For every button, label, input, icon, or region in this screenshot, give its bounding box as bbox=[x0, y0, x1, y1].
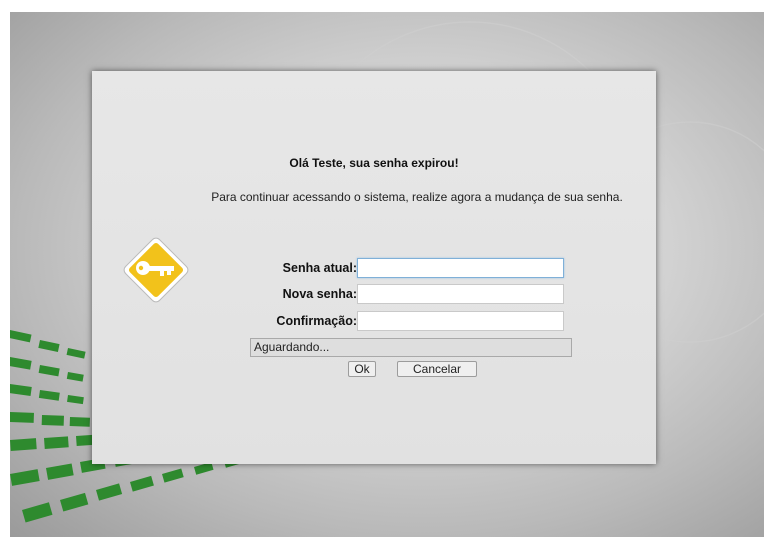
confirm-password-label: Confirmação: bbox=[276, 314, 357, 328]
new-password-label: Nova senha: bbox=[282, 287, 357, 301]
key-icon bbox=[123, 237, 189, 303]
confirm-password-row: Confirmação: bbox=[242, 311, 572, 333]
ok-button[interactable]: Ok bbox=[348, 361, 376, 377]
current-password-input[interactable] bbox=[357, 258, 564, 278]
confirm-password-input[interactable] bbox=[357, 311, 564, 331]
login-screen: Olá Teste, sua senha expirou! Para conti… bbox=[0, 0, 769, 537]
current-password-label: Senha atual: bbox=[282, 261, 357, 275]
cancel-button[interactable]: Cancelar bbox=[397, 361, 477, 377]
current-password-row: Senha atual: bbox=[242, 258, 572, 280]
password-expired-dialog: Olá Teste, sua senha expirou! Para conti… bbox=[92, 71, 656, 464]
dialog-body: Olá Teste, sua senha expirou! Para conti… bbox=[92, 71, 656, 464]
new-password-input[interactable] bbox=[357, 284, 564, 304]
new-password-row: Nova senha: bbox=[242, 284, 572, 306]
greeting-title: Olá Teste, sua senha expirou! bbox=[289, 156, 459, 170]
status-bar: Aguardando... bbox=[250, 338, 572, 357]
expiry-message: Para continuar acessando o sistema, real… bbox=[211, 190, 623, 204]
